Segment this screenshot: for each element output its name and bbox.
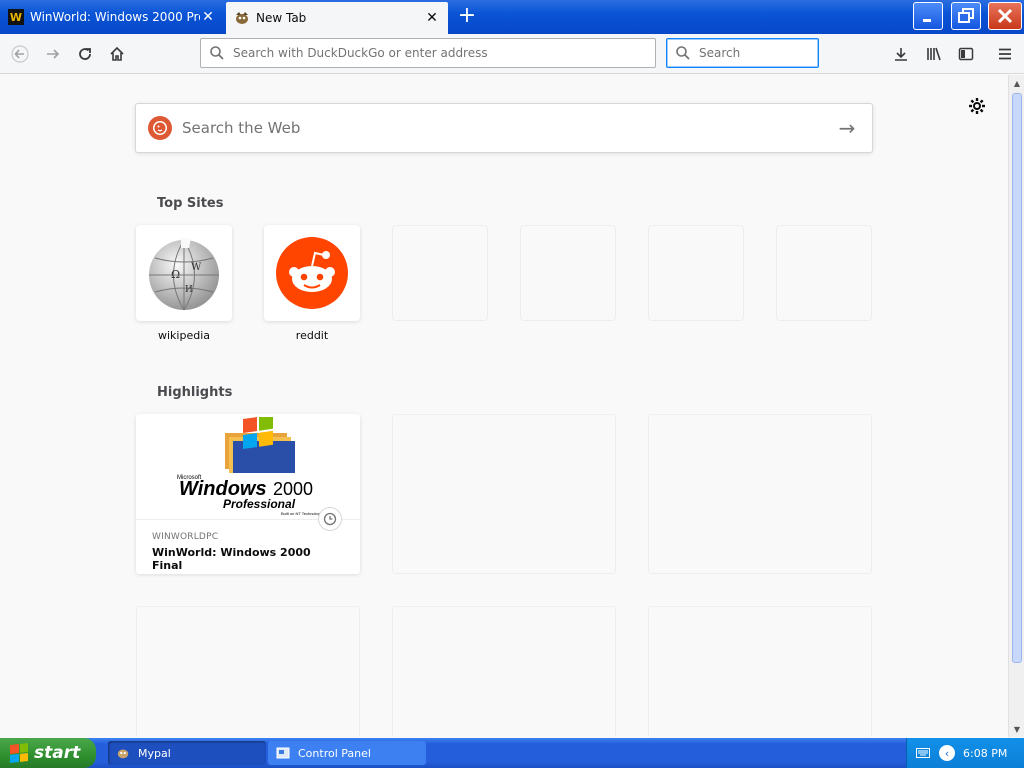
library-icon — [927, 47, 941, 61]
control-panel-icon — [276, 746, 290, 760]
tab-title: WinWorld: Windows 2000 Profess — [30, 10, 200, 24]
close-window-button[interactable] — [988, 2, 1022, 30]
tab-new-tab[interactable]: New Tab ✕ — [226, 2, 448, 34]
svg-text:Professional: Professional — [223, 497, 296, 511]
new-tab-button[interactable]: + — [454, 4, 480, 30]
new-tab-page: → Top Sites Ω W И wikipedia — [0, 75, 1008, 737]
highlight-empty-placeholder — [392, 414, 616, 574]
download-icon — [895, 48, 907, 61]
navigation-toolbar — [0, 34, 1024, 74]
svg-text:Built on NT Technology: Built on NT Technology — [281, 511, 322, 516]
top-site-label: reddit — [295, 329, 329, 342]
forward-arrow-icon — [47, 49, 60, 59]
address-bar[interactable] — [200, 38, 656, 68]
mypal-app-icon — [116, 746, 130, 760]
web-search-box[interactable]: → — [135, 103, 873, 153]
keyboard-icon[interactable] — [915, 745, 931, 761]
tab-title: New Tab — [256, 11, 307, 25]
taskbar-item-label: Mypal — [138, 746, 171, 760]
clock-time[interactable]: 6:08 PM — [963, 747, 1007, 760]
sidebar-icon — [958, 47, 974, 61]
back-arrow-icon — [11, 45, 29, 63]
system-tray: ‹ 6:08 PM — [906, 738, 1024, 768]
tab-close-icon[interactable]: ✕ — [424, 10, 440, 26]
search-icon — [676, 46, 690, 60]
downloads-button[interactable] — [887, 40, 915, 68]
highlight-card[interactable]: Microsoft Windows 2000 Professional Buil… — [136, 414, 360, 574]
highlight-title: WinWorld: Windows 2000 Final — [152, 546, 311, 572]
search-go-arrow-icon[interactable]: → — [834, 116, 860, 140]
reload-icon — [79, 48, 91, 60]
notification-arrow-icon[interactable]: ‹ — [939, 745, 955, 761]
address-input[interactable] — [233, 46, 647, 60]
page-scrollbar[interactable]: ▲ ▼ — [1008, 75, 1024, 737]
settings-gear-icon[interactable] — [966, 95, 988, 117]
empty-tile-placeholder[interactable] — [520, 225, 616, 321]
library-button[interactable] — [920, 40, 948, 68]
winworld-favicon-icon: W — [8, 9, 24, 25]
top-site-tile[interactable] — [264, 225, 360, 321]
home-button[interactable] — [103, 40, 131, 68]
web-search-input[interactable] — [182, 119, 834, 137]
top-site-empty[interactable] — [520, 225, 616, 321]
top-site-empty[interactable] — [392, 225, 488, 321]
top-site-reddit[interactable]: reddit — [264, 225, 360, 342]
start-button[interactable]: start — [0, 738, 96, 768]
home-icon — [110, 46, 124, 61]
forward-button[interactable] — [39, 40, 67, 68]
svg-text:И: И — [185, 285, 193, 295]
top-sites-grid: Ω W И wikipedia reddit — [136, 225, 872, 355]
taskbar-item-mypal[interactable]: Mypal — [108, 741, 266, 765]
highlights-heading: Highlights — [157, 385, 233, 400]
highlight-thumbnail: Microsoft Windows 2000 Professional Buil… — [136, 414, 360, 531]
taskbar: start Mypal Control Panel ‹ 6:08 PM — [0, 738, 1024, 768]
minimize-icon — [923, 19, 931, 22]
taskbar-item-control-panel[interactable]: Control Panel — [268, 741, 426, 765]
title-bar: W WinWorld: Windows 2000 Profess ✕ New T… — [0, 0, 1024, 34]
reload-button[interactable] — [71, 40, 99, 68]
empty-tile-placeholder[interactable] — [776, 225, 872, 321]
windows-logo-icon — [10, 743, 28, 763]
wikipedia-globe-icon: Ω W И — [149, 238, 219, 311]
top-site-tile[interactable]: Ω W И — [136, 225, 232, 321]
top-site-label: wikipedia — [157, 329, 210, 342]
svg-text:2000: 2000 — [273, 479, 313, 499]
start-label: start — [34, 743, 81, 763]
hamburger-menu-icon — [999, 48, 1011, 60]
top-site-empty[interactable] — [776, 225, 872, 321]
reddit-icon — [276, 237, 348, 309]
tab-close-icon[interactable]: ✕ — [200, 9, 216, 25]
search-input[interactable] — [699, 46, 849, 60]
scroll-down-arrow-icon[interactable]: ▼ — [1011, 723, 1023, 735]
minimize-button[interactable] — [913, 2, 943, 30]
search-icon — [210, 46, 224, 60]
taskbar-item-label: Control Panel — [298, 746, 371, 760]
mypal-favicon-icon — [234, 10, 250, 26]
restore-button[interactable] — [951, 2, 981, 30]
clock-icon — [318, 507, 342, 531]
top-sites-heading: Top Sites — [157, 196, 224, 211]
highlight-empty-placeholder — [648, 606, 872, 737]
close-icon — [997, 8, 1013, 24]
top-site-empty[interactable] — [648, 225, 744, 321]
sidebar-button[interactable] — [952, 40, 980, 68]
duckduckgo-logo-icon — [148, 116, 172, 140]
menu-button[interactable] — [991, 40, 1019, 68]
highlight-source: WINWORLDPC — [152, 532, 219, 542]
svg-text:Ω: Ω — [171, 268, 180, 281]
highlight-empty-placeholder — [136, 606, 360, 737]
scrollbar-thumb[interactable] — [1012, 93, 1022, 663]
top-site-wikipedia[interactable]: Ω W И wikipedia — [136, 225, 232, 342]
restore-icon — [958, 8, 974, 23]
highlight-empty-placeholder — [392, 606, 616, 737]
empty-tile-placeholder[interactable] — [392, 225, 488, 321]
search-bar[interactable] — [666, 38, 849, 68]
back-button[interactable] — [6, 40, 34, 68]
highlight-empty-placeholder — [648, 414, 872, 574]
scroll-up-arrow-icon[interactable]: ▲ — [1011, 77, 1023, 89]
empty-tile-placeholder[interactable] — [648, 225, 744, 321]
svg-text:W: W — [191, 262, 202, 273]
tab-winworld[interactable]: W WinWorld: Windows 2000 Profess ✕ — [0, 2, 224, 32]
